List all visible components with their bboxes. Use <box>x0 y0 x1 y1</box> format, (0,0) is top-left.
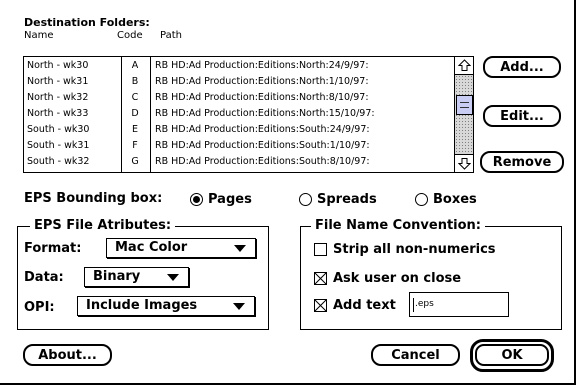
row-code: F <box>132 140 138 151</box>
row-path: RB HD:Ad Production:Editions:North:15/10… <box>155 108 375 119</box>
strip-non-numerics-label: Strip all non-numerics <box>333 242 496 257</box>
checkbox-checked-icon <box>314 299 327 312</box>
format-label: Format: <box>24 241 82 256</box>
row-code: G <box>131 156 139 167</box>
strip-non-numerics-checkbox[interactable]: Strip all non-numerics <box>314 242 496 257</box>
eps-file-attributes-title: EPS File Atributes: <box>30 218 176 233</box>
scroll-down-arrow-icon[interactable] <box>455 155 473 172</box>
text-caret <box>413 298 414 312</box>
row-path: RB HD:Ad Production:Editions:South:24/9/… <box>155 124 370 135</box>
list-scrollbar[interactable] <box>454 57 473 172</box>
row-code: A <box>131 60 139 71</box>
popup-triangle-icon <box>233 303 245 310</box>
list-item[interactable]: North - wk31 B RB HD:Ad Production:Editi… <box>24 74 454 90</box>
list-item[interactable]: South - wk31 F RB HD:Ad Production:Editi… <box>24 138 454 154</box>
row-code: E <box>131 124 138 135</box>
row-code: D <box>131 108 139 119</box>
bounding-box-label: EPS Bounding box: <box>24 191 163 206</box>
list-item[interactable]: North - wk33 D RB HD:Ad Production:Editi… <box>24 106 454 122</box>
row-name: North - wk33 <box>27 108 89 119</box>
radio-boxes[interactable]: Boxes <box>415 192 477 207</box>
list-item[interactable]: North - wk30 A RB HD:Ad Production:Editi… <box>24 58 454 74</box>
radio-boxes-label: Boxes <box>433 192 477 207</box>
row-path: RB HD:Ad Production:Editions:North:8/10/… <box>155 92 369 103</box>
ask-user-on-close-label: Ask user on close <box>333 271 462 286</box>
add-button[interactable]: Add... <box>483 56 561 78</box>
scroll-up-arrow-icon[interactable] <box>455 57 473 74</box>
eps-export-dialog: Destination Folders: Name Code Path Nort… <box>0 0 576 385</box>
radio-button-selected-icon <box>190 193 203 206</box>
add-text-value: .eps <box>415 299 434 309</box>
destination-folders-list[interactable]: North - wk30 A RB HD:Ad Production:Editi… <box>23 56 474 173</box>
about-button[interactable]: About... <box>23 344 112 366</box>
row-path: RB HD:Ad Production:Editions:North:24/9/… <box>155 60 369 71</box>
list-item[interactable]: North - wk32 C RB HD:Ad Production:Editi… <box>24 90 454 106</box>
add-text-field[interactable]: .eps <box>409 292 509 317</box>
radio-pages[interactable]: Pages <box>190 192 252 207</box>
data-label: Data: <box>24 270 64 285</box>
add-text-label: Add text <box>333 298 396 313</box>
checkbox-unchecked-icon <box>314 243 327 256</box>
row-path: RB HD:Ad Production:Editions:North:1/10/… <box>155 76 369 87</box>
checkbox-checked-icon <box>314 272 327 285</box>
column-header-code[interactable]: Code <box>117 30 143 41</box>
popup-triangle-icon <box>234 245 246 252</box>
radio-spreads-label: Spreads <box>317 192 377 207</box>
row-code: B <box>131 76 139 87</box>
ok-button[interactable]: OK <box>475 344 549 366</box>
radio-spreads[interactable]: Spreads <box>299 192 377 207</box>
list-item[interactable]: South - wk30 E RB HD:Ad Production:Editi… <box>24 122 454 138</box>
add-text-checkbox[interactable]: Add text <box>314 298 396 313</box>
ask-user-on-close-checkbox[interactable]: Ask user on close <box>314 271 461 286</box>
format-popup[interactable]: Mac Color <box>106 238 256 258</box>
data-popup[interactable]: Binary <box>84 267 189 287</box>
row-name: North - wk32 <box>27 92 89 103</box>
row-name: South - wk30 <box>27 124 90 135</box>
row-name: North - wk30 <box>27 60 89 71</box>
scroll-track[interactable] <box>455 74 473 155</box>
opi-value: Include Images <box>86 298 198 313</box>
radio-button-icon <box>415 193 428 206</box>
radio-button-icon <box>299 193 312 206</box>
file-name-convention-title: File Name Convention: <box>311 218 486 233</box>
row-name: North - wk31 <box>27 76 89 87</box>
row-code: C <box>131 92 139 103</box>
scroll-thumb[interactable] <box>456 95 473 115</box>
destination-folders-title: Destination Folders: <box>24 16 150 29</box>
edit-button[interactable]: Edit... <box>483 105 561 127</box>
opi-label: OPI: <box>24 300 55 315</box>
cancel-button[interactable]: Cancel <box>371 344 460 366</box>
column-header-name[interactable]: Name <box>24 30 54 41</box>
popup-triangle-icon <box>167 274 179 281</box>
row-name: South - wk32 <box>27 156 90 167</box>
row-path: RB HD:Ad Production:Editions:South:1/10/… <box>155 140 370 151</box>
row-path: RB HD:Ad Production:Editions:South:8/10/… <box>155 156 370 167</box>
format-value: Mac Color <box>115 240 188 255</box>
row-name: South - wk31 <box>27 140 90 151</box>
column-header-path[interactable]: Path <box>160 30 182 41</box>
data-value: Binary <box>93 269 141 284</box>
opi-popup[interactable]: Include Images <box>77 296 255 316</box>
list-item[interactable]: South - wk32 G RB HD:Ad Production:Editi… <box>24 154 454 170</box>
radio-pages-label: Pages <box>208 192 252 207</box>
remove-button[interactable]: Remove <box>480 151 564 173</box>
